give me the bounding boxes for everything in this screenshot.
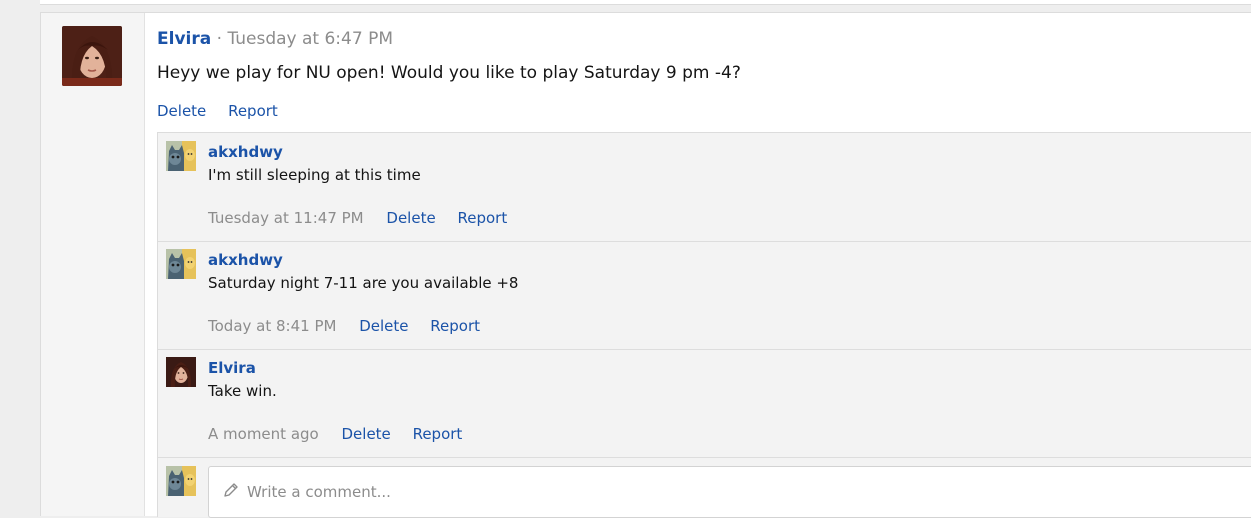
akxhdwy-avatar[interactable] bbox=[166, 249, 196, 279]
post-report-link[interactable]: Report bbox=[228, 102, 278, 120]
header-separator: · bbox=[216, 29, 223, 49]
post-author-link[interactable]: Elvira bbox=[157, 29, 211, 49]
elvira-avatar[interactable] bbox=[166, 357, 196, 387]
comment-input[interactable]: Write a comment... bbox=[208, 466, 1251, 518]
comment-delete-link[interactable]: Delete bbox=[386, 209, 435, 227]
comment-report-link[interactable]: Report bbox=[430, 317, 480, 335]
comment-author-link[interactable]: akxhdwy bbox=[208, 143, 283, 161]
comment-text: Saturday night 7-11 are you available +8 bbox=[208, 274, 519, 292]
current-user-avatar bbox=[166, 466, 196, 496]
akxhdwy-avatar[interactable] bbox=[166, 141, 196, 171]
comment-meta: Today at 8:41 PM Delete Report bbox=[208, 317, 497, 335]
pencil-icon bbox=[223, 482, 239, 502]
post-message: Heyy we play for NU open! Would you like… bbox=[157, 63, 741, 83]
comment-list: akxhdwy I'm still sleeping at this time … bbox=[157, 132, 1251, 518]
comment-item: akxhdwy I'm still sleeping at this time … bbox=[158, 133, 1251, 242]
comment-author-link[interactable]: akxhdwy bbox=[208, 251, 283, 269]
comment-text: Take win. bbox=[208, 382, 277, 400]
profile-post: Elvira · Tuesday at 6:47 PM Heyy we play… bbox=[40, 12, 1251, 518]
comment-input-placeholder: Write a comment... bbox=[247, 483, 391, 501]
post-sidebar bbox=[41, 13, 145, 516]
post-timestamp[interactable]: Tuesday at 6:47 PM bbox=[227, 29, 393, 49]
post-main: Elvira · Tuesday at 6:47 PM Heyy we play… bbox=[157, 13, 1251, 518]
comment-timestamp[interactable]: A moment ago bbox=[208, 425, 319, 443]
comment-meta: A moment ago Delete Report bbox=[208, 425, 479, 443]
comment-report-link[interactable]: Report bbox=[413, 425, 463, 443]
elvira-avatar[interactable] bbox=[62, 26, 122, 86]
comment-text: I'm still sleeping at this time bbox=[208, 166, 421, 184]
comment-author-link[interactable]: Elvira bbox=[208, 359, 256, 377]
comment-timestamp[interactable]: Today at 8:41 PM bbox=[208, 317, 336, 335]
reply-box: Write a comment... bbox=[158, 458, 1251, 518]
post-delete-link[interactable]: Delete bbox=[157, 102, 206, 120]
comment-delete-link[interactable]: Delete bbox=[359, 317, 408, 335]
comment-item: Elvira Take win. A moment ago Delete Rep… bbox=[158, 349, 1251, 458]
comment-timestamp[interactable]: Tuesday at 11:47 PM bbox=[208, 209, 364, 227]
comment-report-link[interactable]: Report bbox=[457, 209, 507, 227]
previous-post-edge bbox=[40, 0, 1251, 5]
comment-meta: Tuesday at 11:47 PM Delete Report bbox=[208, 209, 524, 227]
comment-item: akxhdwy Saturday night 7-11 are you avai… bbox=[158, 241, 1251, 350]
post-header: Elvira · Tuesday at 6:47 PM bbox=[157, 29, 393, 49]
post-actions: Delete Report bbox=[157, 102, 295, 120]
comment-delete-link[interactable]: Delete bbox=[342, 425, 391, 443]
